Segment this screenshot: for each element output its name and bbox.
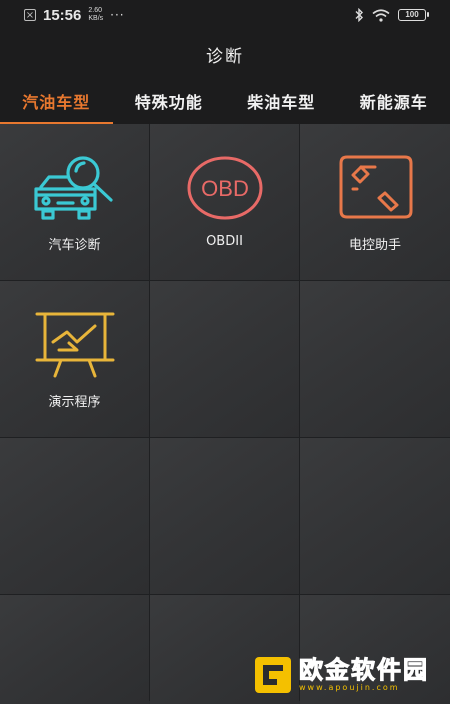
grid-item-label: 电控助手 <box>349 234 401 253</box>
network-speed: 2.60 KB/s <box>88 7 103 23</box>
notification-close-icon: × <box>24 9 36 21</box>
tab-new-energy-vehicles[interactable]: 新能源车 <box>338 78 450 124</box>
grid-empty-cell <box>150 438 299 594</box>
tab-diesel-vehicles[interactable]: 柴油车型 <box>225 78 338 124</box>
grid-empty-cell <box>300 281 450 437</box>
grid-item-label: OBDII <box>206 234 243 249</box>
grid-item-label: 演示程序 <box>48 391 100 410</box>
network-speed-value: 2.60 <box>88 7 103 15</box>
watermark-title: 欧金软件园 <box>299 657 429 683</box>
grid-item-car-diagnosis[interactable]: 汽车诊断 <box>0 124 149 280</box>
bluetooth-icon <box>354 8 364 22</box>
status-time: 15:56 <box>43 7 81 24</box>
wifi-icon <box>372 9 390 22</box>
car-search-icon <box>33 153 117 223</box>
grid-item-label: 汽车诊断 <box>48 234 100 253</box>
ecu-assistant-icon <box>335 153 415 223</box>
grid-item-demo-program[interactable]: 演示程序 <box>0 281 149 437</box>
grid-empty-cell <box>0 595 149 704</box>
watermark-url: www.apoujin.com <box>299 683 429 693</box>
tab-special-functions[interactable]: 特殊功能 <box>113 78 226 124</box>
function-grid: 汽车诊断 OBD OBDII 电控助手 <box>0 124 450 701</box>
watermark-logo-icon <box>253 655 293 695</box>
page-title: 诊断 <box>206 42 244 67</box>
grid-empty-cell <box>0 438 149 594</box>
status-bar: × 15:56 2.60 KB/s ··· 100 <box>0 0 450 30</box>
grid-item-obdii[interactable]: OBD OBDII <box>150 124 299 280</box>
category-tabs: 汽油车型 特殊功能 柴油车型 新能源车 <box>0 78 450 125</box>
tab-gasoline-vehicles[interactable]: 汽油车型 <box>0 78 113 124</box>
battery-icon: 100 <box>398 9 426 21</box>
grid-empty-cell <box>150 281 299 437</box>
obd-icon-text: OBD <box>201 176 249 201</box>
watermark: 欧金软件园 www.apoujin.com <box>253 654 443 696</box>
network-speed-unit: KB/s <box>88 15 103 23</box>
obd-icon: OBD <box>185 155 265 221</box>
grid-item-ecu-assistant[interactable]: 电控助手 <box>300 124 450 280</box>
more-notifications-icon: ··· <box>110 8 124 22</box>
app-bar: 诊断 <box>0 30 450 78</box>
grid-empty-cell <box>300 438 450 594</box>
demo-board-icon <box>33 310 117 380</box>
